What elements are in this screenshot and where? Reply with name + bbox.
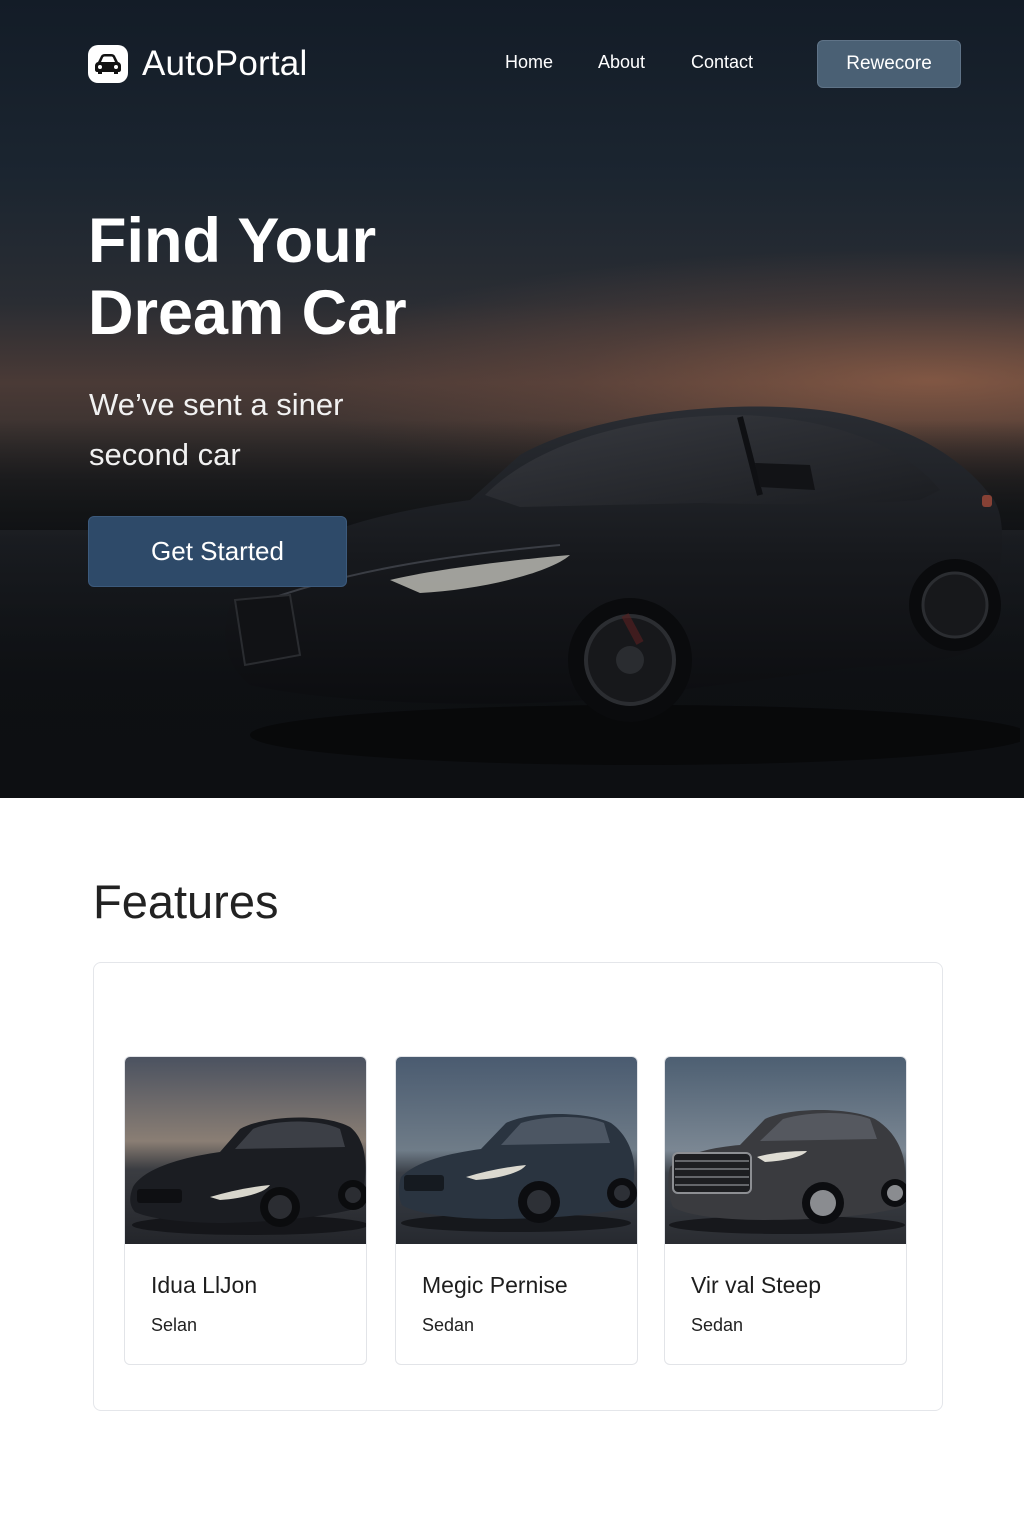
- top-navigation: AutoPortal Home About Contact Rewecore: [0, 0, 1024, 128]
- nav-home-link[interactable]: Home: [505, 52, 553, 73]
- nav-about-link[interactable]: About: [598, 52, 645, 73]
- nav-cta-button[interactable]: Rewecore: [817, 40, 961, 88]
- card-title: Megic Pernise: [422, 1272, 568, 1298]
- card-subtitle: Sedan: [691, 1315, 744, 1335]
- card-title: Vir val Steep: [691, 1272, 821, 1298]
- feature-card[interactable]: Megic Pernise Sedan: [395, 1056, 638, 1365]
- card-subtitle: Sedan: [422, 1315, 475, 1335]
- card-title: Idua LlJon: [151, 1272, 258, 1298]
- hero-subtitle: We’ve sent a siner second car: [89, 387, 344, 472]
- get-started-button[interactable]: Get Started: [88, 516, 347, 587]
- feature-card[interactable]: Vir val Steep Sedan: [664, 1056, 907, 1365]
- features-heading: Features: [93, 875, 279, 928]
- feature-card[interactable]: Idua LlJon Selan: [124, 1056, 367, 1365]
- brand-name: AutoPortal: [142, 44, 308, 83]
- car-icon: [88, 45, 128, 83]
- brand-logo[interactable]: AutoPortal: [88, 44, 307, 84]
- card-subtitle: Selan: [151, 1315, 198, 1335]
- car-photo: [665, 1057, 906, 1244]
- features-panel: Idua LlJon Selan Megic Pernise Sedan Vir…: [93, 962, 943, 1411]
- nav-contact-link[interactable]: Contact: [691, 52, 753, 73]
- car-photo: [125, 1057, 366, 1244]
- hero-section: AutoPortal Home About Contact Rewecore F…: [0, 0, 1024, 798]
- car-photo: [396, 1057, 637, 1244]
- hero-title-line1: Find Your: [88, 206, 377, 276]
- hero-title-line2: Dream Car: [88, 278, 407, 348]
- hero-title: Find Your Dream Car: [88, 205, 588, 349]
